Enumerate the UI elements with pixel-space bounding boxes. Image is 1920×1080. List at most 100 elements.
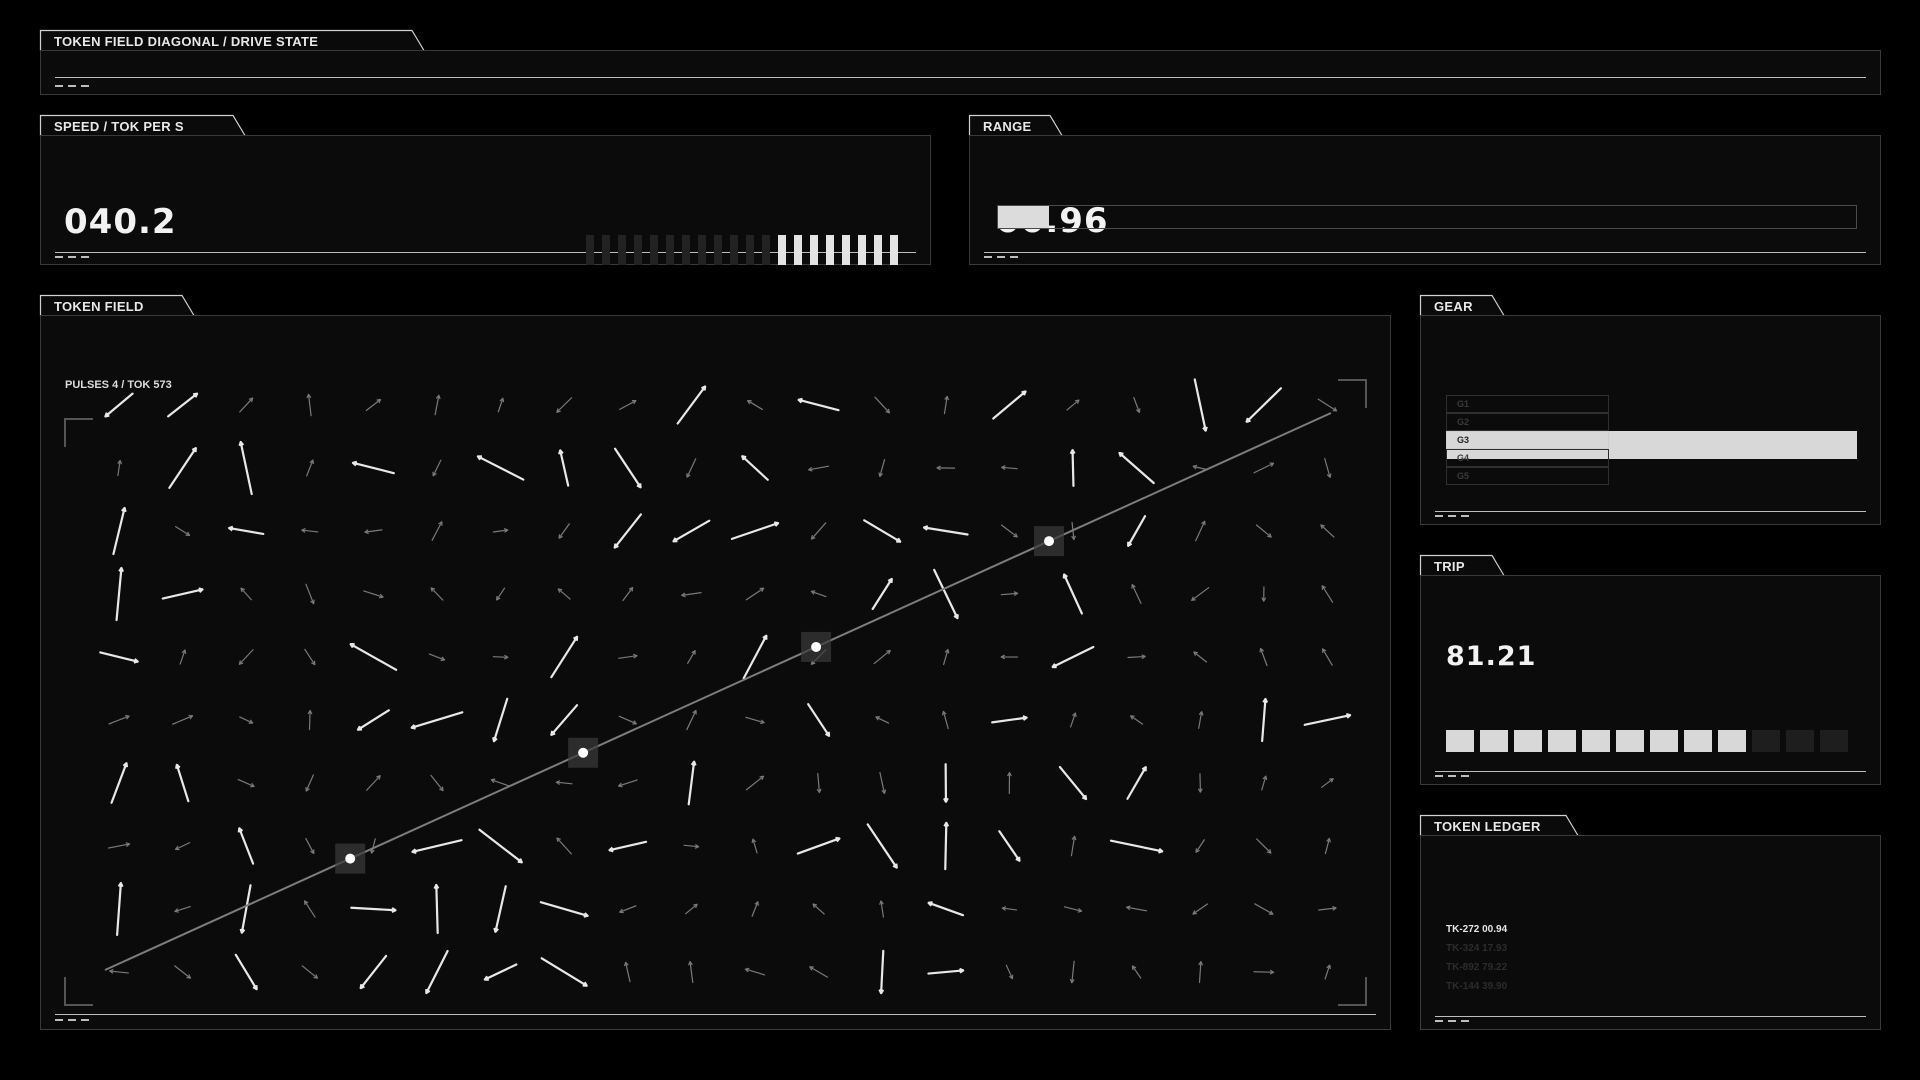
field-vector-arrow (608, 840, 648, 852)
field-corner-bracket (64, 418, 93, 447)
field-vector-arrow (809, 966, 828, 978)
speed-segment (858, 235, 866, 265)
trip-segment (1616, 730, 1644, 752)
pulse-marker (811, 641, 822, 652)
header-baseline (55, 77, 1866, 78)
field-vector-arrow (483, 963, 518, 981)
field-vector-arrow (1131, 965, 1142, 979)
field-vector-arrow (874, 396, 891, 414)
field-vector-arrow (175, 763, 190, 803)
gear-option-g3[interactable]: G3 (1446, 431, 1609, 449)
trip-segment (1820, 730, 1848, 752)
token-field-canvas (64, 378, 1367, 1006)
speed-segment (618, 235, 626, 265)
field-vector-arrow (161, 588, 204, 600)
trip-segment (1514, 730, 1542, 752)
speed-segment (794, 235, 802, 265)
header-title: TOKEN FIELD DIAGONAL / DRIVE STATE (54, 34, 319, 49)
field-vector-arrow (240, 587, 252, 601)
field-vector-arrow (1071, 449, 1075, 487)
speed-segment (874, 235, 882, 265)
field-vector-arrow (366, 775, 381, 791)
field-vector-arrow (1245, 387, 1283, 423)
field-vector-arrow (797, 398, 840, 412)
header-panel: TOKEN FIELD DIAGONAL / DRIVE STATE (39, 29, 1881, 95)
field-vector-arrow (991, 716, 1028, 724)
field-vector-arrow (880, 949, 885, 995)
trip-segment (1752, 730, 1780, 752)
gear-baseline (1435, 511, 1866, 512)
trip-segment (1718, 730, 1746, 752)
field-vector-arrow (613, 447, 642, 489)
field-vector-arrow (1198, 961, 1202, 983)
field-vector-arrow (167, 392, 199, 418)
ledger-row: TK-324 17.93 (1446, 943, 1508, 954)
speed-segment (650, 235, 658, 265)
field-vector-arrow (476, 455, 525, 481)
field-vector-arrow (1127, 515, 1147, 547)
speed-segment (842, 235, 850, 265)
field-title: TOKEN FIELD (54, 299, 144, 314)
field-vector-arrow (239, 440, 253, 496)
field-vector-arrow (431, 521, 443, 541)
field-vector-arrow (1193, 651, 1208, 663)
field-vector-arrow (747, 399, 763, 411)
range-baseline (984, 252, 1866, 253)
field-vector-arrow (1321, 778, 1334, 788)
field-vector-arrow (1254, 903, 1274, 915)
field-vector-arrow (539, 901, 589, 917)
field-vector-arrow (944, 821, 948, 871)
field-vector-arrow (359, 954, 388, 990)
gear-option-g2[interactable]: G2 (1446, 413, 1609, 431)
speed-segment (634, 235, 642, 265)
range-title: RANGE (983, 119, 1032, 134)
field-vector-arrow (686, 458, 697, 478)
field-corner-bracket (64, 977, 93, 1006)
field-vector-arrow (238, 649, 254, 665)
speed-value: 040.2 (64, 202, 177, 242)
field-vector-arrow (1320, 524, 1335, 538)
gear-option-g4[interactable]: G4 (1446, 449, 1609, 467)
gear-option-g5[interactable]: G5 (1446, 467, 1609, 485)
field-vector-arrow (237, 778, 255, 788)
field-vector-arrow (540, 957, 588, 987)
field-vector-arrow (1192, 903, 1209, 915)
field-vector-arrow (305, 837, 315, 855)
field-vector-arrow (1261, 697, 1267, 743)
field-vector-arrow (810, 522, 827, 540)
field-vector-arrow (435, 883, 439, 935)
field-vector-arrow (730, 522, 780, 540)
field-vector-arrow (992, 390, 1027, 420)
field-vector-arrow (558, 523, 570, 539)
pulse-marker (578, 747, 589, 758)
gear-title: GEAR (1434, 299, 1473, 314)
trip-segment (1480, 730, 1508, 752)
field-vector-arrow (301, 965, 319, 979)
ledger-row: TK-272 00.94 (1446, 924, 1508, 935)
field-vector-arrow (1195, 839, 1205, 853)
field-vector-arrow (175, 526, 191, 536)
trip-segment (1548, 730, 1576, 752)
field-vector-arrow (110, 762, 128, 804)
pulse-marker (345, 853, 356, 864)
ledger-dashes (1435, 1020, 1469, 1022)
field-vector-arrow (922, 526, 969, 536)
field-vector-arrow (796, 837, 841, 855)
field-vector-arrow (863, 519, 902, 543)
field-vector-arrow (356, 709, 390, 731)
field-vector-arrow (365, 398, 382, 412)
field-vector-arrow (494, 885, 507, 933)
field-vector-arrow (305, 583, 315, 605)
field-vector-arrow (410, 711, 464, 729)
trip-segment (1650, 730, 1678, 752)
gear-option-g1[interactable]: G1 (1446, 395, 1609, 413)
field-vector-arrow (933, 568, 959, 620)
speed-segment (762, 235, 770, 265)
field-vector-arrow (430, 774, 444, 792)
speed-segment (682, 235, 690, 265)
ledger-title: TOKEN LEDGER (1434, 819, 1541, 834)
speed-segment (890, 235, 898, 265)
field-vector-arrow (478, 828, 523, 864)
field-vector-arrow (745, 587, 765, 601)
field-vector-arrow (432, 459, 442, 477)
